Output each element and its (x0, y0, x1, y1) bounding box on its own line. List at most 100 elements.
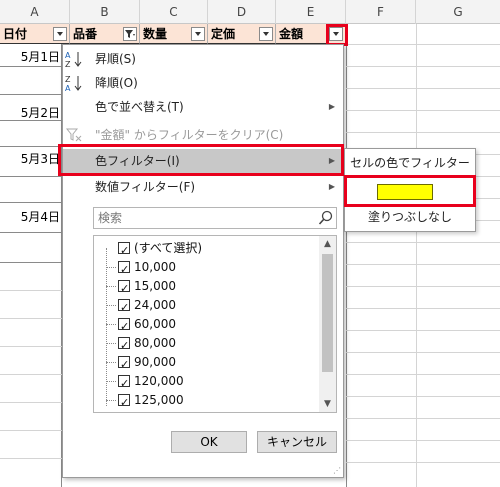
grid-line (346, 330, 500, 331)
header-label: 日付 (3, 27, 28, 41)
filter-dropdown-button[interactable] (191, 27, 205, 41)
list-item-label: (すべて選択) (134, 241, 203, 255)
checkbox[interactable]: ✓ (118, 261, 130, 276)
checkbox[interactable]: ✓ (118, 242, 130, 257)
grid-line (0, 202, 62, 203)
grid-line (0, 176, 62, 177)
grid-line (346, 242, 500, 243)
value-checklist[interactable]: ✓ (すべて選択) ✓ 10,000 ✓ 15,000 ✓ 24,000 ✓ 6… (93, 235, 337, 413)
menu-item-sort-by-color[interactable]: 色で並べ替え(T) ▶ (63, 95, 343, 119)
list-scrollbar[interactable]: ▲ ▼ (319, 236, 336, 412)
tree-connector (106, 305, 116, 306)
grid-line (346, 44, 500, 45)
checkbox[interactable]: ✓ (118, 299, 130, 314)
list-item[interactable]: ✓ 125,000 (118, 390, 184, 410)
filter-active-button[interactable] (123, 27, 137, 41)
checkbox[interactable]: ✓ (118, 318, 130, 333)
grid-line (476, 176, 500, 177)
submenu-title: セルの色でフィルター (345, 149, 475, 177)
column-header-f[interactable]: F (346, 0, 416, 24)
search-icon (318, 210, 333, 225)
svg-text:A: A (65, 51, 71, 60)
tree-connector (106, 381, 116, 382)
header-cell-quantity[interactable]: 数量 (140, 24, 208, 44)
list-item[interactable]: ✓ 90,000 (118, 352, 176, 372)
tree-connector (106, 248, 107, 406)
tree-connector (106, 286, 116, 287)
list-item[interactable]: ✓ 80,000 (118, 333, 176, 353)
highlight-box (326, 24, 348, 46)
column-header-b[interactable]: B (70, 0, 140, 24)
ok-button[interactable]: OK (171, 431, 247, 453)
scroll-down-icon[interactable]: ▼ (319, 396, 336, 412)
checkbox[interactable]: ✓ (118, 375, 130, 390)
grid-line (0, 94, 62, 95)
list-item[interactable]: ✓ 24,000 (118, 295, 176, 315)
svg-text:A: A (65, 84, 71, 92)
submenu-arrow-icon: ▶ (328, 182, 335, 191)
grid-line (346, 88, 500, 89)
menu-item-number-filter[interactable]: 数値フィルター(F) ▶ (63, 175, 343, 199)
header-cell-price[interactable]: 定価 (208, 24, 276, 44)
grid-line (0, 430, 62, 431)
checkbox[interactable]: ✓ (118, 394, 130, 409)
grid-line (0, 458, 62, 459)
autofilter-menu: A Z 昇順(S) Z A 降順(O) 色で並べ替え(T) ▶ "金額" からフ… (62, 44, 344, 478)
cell-date[interactable]: 5月1日 (0, 48, 60, 65)
list-item-select-all[interactable]: ✓ (すべて選択) (118, 238, 202, 258)
menu-label: 数値フィルター(F) (95, 180, 196, 194)
no-fill-option[interactable]: 塗りつぶしなし (345, 205, 475, 229)
header-label: 定価 (211, 27, 236, 41)
filter-dropdown-button[interactable] (53, 27, 67, 41)
highlight-box (58, 144, 344, 176)
highlight-box (344, 175, 476, 207)
menu-label: "金額" からフィルターをクリア(C) (95, 128, 284, 142)
cancel-button[interactable]: キャンセル (257, 431, 337, 453)
cell-date[interactable]: 5月3日 (0, 150, 60, 167)
search-input[interactable]: 検索 (93, 207, 337, 229)
grid-line (476, 198, 500, 199)
column-header-e[interactable]: E (276, 0, 346, 24)
grid-line (346, 132, 500, 133)
header-cell-item[interactable]: 品番 (70, 24, 140, 44)
scrollbar-thumb[interactable] (322, 254, 333, 372)
column-header-a[interactable]: A (0, 0, 70, 24)
list-item[interactable]: ✓ 10,000 (118, 257, 176, 277)
column-header-d[interactable]: D (208, 0, 276, 24)
list-item[interactable]: ✓ 120,000 (118, 371, 184, 391)
cell-date[interactable]: 5月2日 (0, 104, 60, 121)
scroll-up-icon[interactable]: ▲ (319, 236, 336, 252)
header-cell-date[interactable]: 日付 (0, 24, 70, 44)
menu-item-sort-descending[interactable]: Z A 降順(O) (63, 71, 343, 95)
cell-date[interactable]: 5月4日 (0, 208, 60, 225)
checkbox[interactable]: ✓ (118, 356, 130, 371)
chevron-down-icon (263, 32, 269, 36)
sort-descending-icon: Z A (65, 75, 82, 92)
column-header-g[interactable]: G (416, 0, 500, 24)
grid-line (476, 154, 500, 155)
header-label: 品番 (73, 27, 98, 41)
resize-grip-icon[interactable]: ⋰ (333, 466, 341, 475)
menu-item-sort-ascending[interactable]: A Z 昇順(S) (63, 47, 343, 71)
grid-line (0, 318, 62, 319)
header-label: 数量 (143, 27, 168, 41)
grid-line (346, 352, 500, 353)
list-item[interactable]: ✓ 15,000 (118, 276, 176, 296)
tree-connector (106, 362, 116, 363)
filter-dropdown-button[interactable] (259, 27, 273, 41)
menu-label: 色で並べ替え(T) (95, 100, 184, 114)
column-header-c[interactable]: C (140, 0, 208, 24)
grid-line (0, 374, 62, 375)
checkbox[interactable]: ✓ (118, 337, 130, 352)
list-item[interactable]: ✓ 60,000 (118, 314, 176, 334)
checkbox[interactable]: ✓ (118, 280, 130, 295)
tree-connector (106, 267, 116, 268)
grid-line (0, 262, 62, 263)
grid-line (346, 462, 500, 463)
grid-line (346, 264, 500, 265)
grid-line (346, 440, 500, 441)
clear-filter-icon (65, 128, 82, 142)
grid-line (0, 402, 62, 403)
search-placeholder: 検索 (98, 211, 123, 225)
tree-connector (106, 324, 116, 325)
